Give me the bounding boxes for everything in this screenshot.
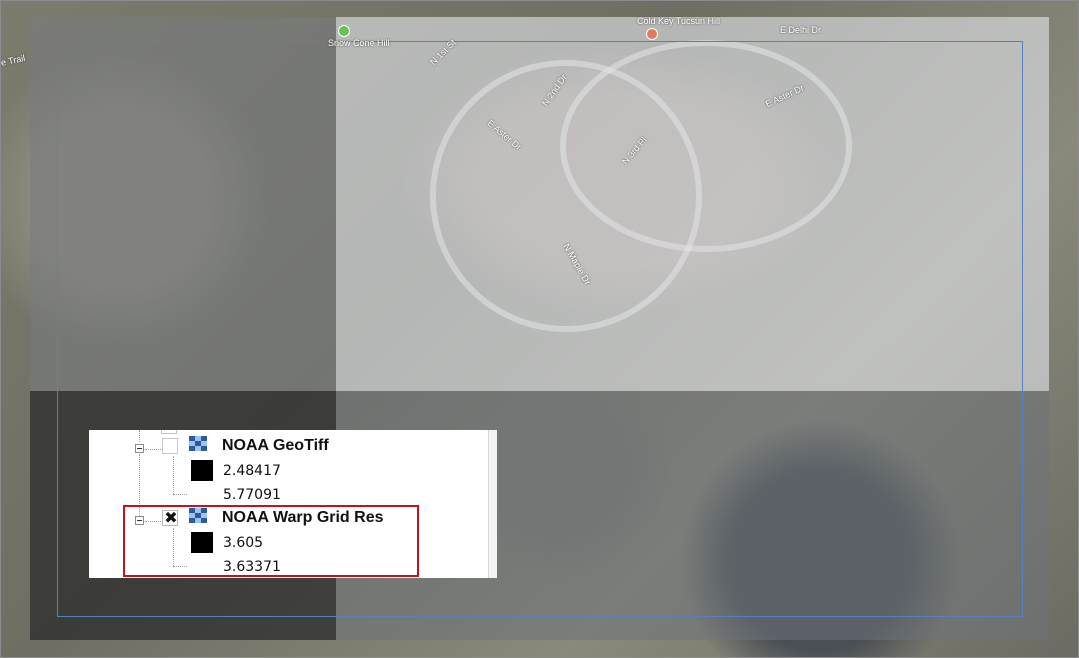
map-label-snow-cone: Snow Cone Hill bbox=[328, 38, 390, 48]
layer-visibility-checkbox[interactable] bbox=[162, 438, 178, 454]
raster-layer-icon bbox=[189, 436, 213, 458]
map-label-cold-key: Cold Key Tucsun Hill bbox=[637, 16, 721, 26]
collapse-icon[interactable] bbox=[135, 444, 144, 453]
layer-item-geotiff[interactable]: NOAA GeoTiff 2.48417 5.77091 bbox=[89, 432, 489, 503]
tree-connector bbox=[173, 494, 187, 495]
legend-min-value: 2.48417 bbox=[223, 463, 281, 479]
legend-max-value: 5.77091 bbox=[223, 487, 281, 503]
tree-connector bbox=[173, 456, 174, 494]
map-label-e-delhi: E Delhi Dr bbox=[780, 25, 822, 35]
legend-color-swatch bbox=[191, 460, 213, 481]
layer-name: NOAA GeoTiff bbox=[222, 437, 329, 454]
map-canvas[interactable]: Snow Cone Hill Cold Key Tucsun Hill E De… bbox=[0, 0, 1079, 658]
park-poi-icon bbox=[338, 25, 350, 37]
vertical-scrollbar[interactable] bbox=[488, 430, 497, 578]
highlight-box bbox=[123, 505, 419, 577]
place-poi-icon bbox=[646, 28, 658, 40]
tree-connector bbox=[145, 449, 161, 450]
